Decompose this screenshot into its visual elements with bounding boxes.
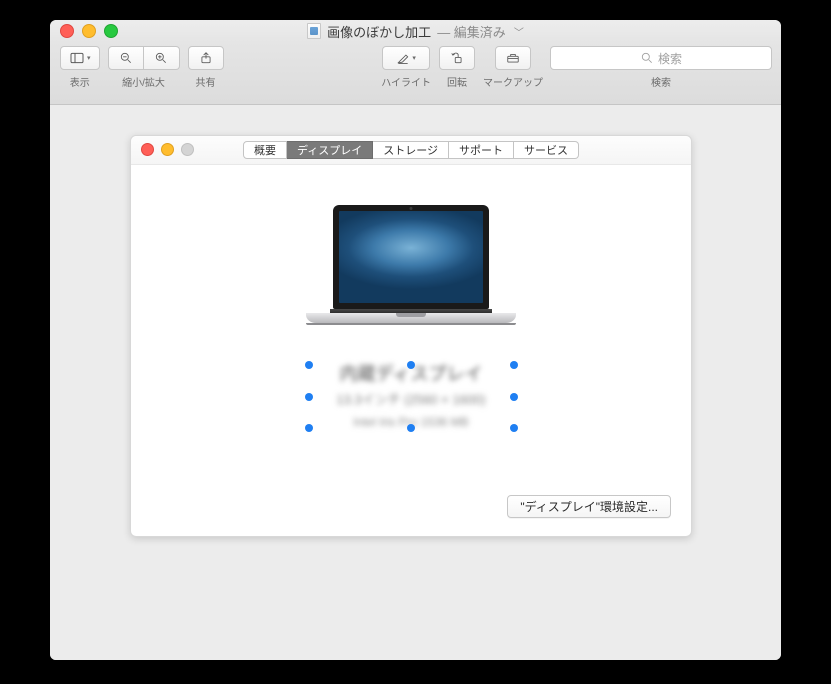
zoom-group: 縮小/拡大	[108, 46, 180, 89]
resize-handle-nw[interactable]	[305, 361, 313, 369]
tab-bar: 概要 ディスプレイ ストレージ サポート サービス	[243, 141, 579, 159]
highlight-icon	[396, 51, 410, 65]
resize-handle-e[interactable]	[510, 393, 518, 401]
edited-indicator: — 編集済み	[437, 22, 506, 41]
titlebar: 画像のぼかし加工 — 編集済み ﹀	[50, 20, 781, 42]
zoom-out-button[interactable]	[108, 46, 144, 70]
blur-selection[interactable]: 内蔵ディスプレイ 13.3インチ (2560 × 1600) Intel Iri…	[309, 365, 514, 428]
canvas[interactable]: 概要 ディスプレイ ストレージ サポート サービス	[50, 105, 781, 660]
rotate-label: 回転	[447, 74, 467, 89]
resize-handle-n[interactable]	[407, 361, 415, 369]
search-placeholder: 検索	[658, 50, 682, 67]
highlight-label: ハイライト	[381, 74, 431, 89]
zoom-in-button[interactable]	[144, 46, 180, 70]
title-text: 画像のぼかし加工	[327, 22, 431, 41]
chevron-down-icon: ▾	[87, 54, 91, 62]
share-button[interactable]	[188, 46, 224, 70]
macbook-illustration	[321, 205, 501, 325]
tab-displays[interactable]: ディスプレイ	[287, 141, 373, 159]
about-this-mac-window: 概要 ディスプレイ ストレージ サポート サービス	[130, 135, 692, 537]
view-group: ▾ 表示	[60, 46, 100, 89]
search-input[interactable]: 検索	[550, 46, 772, 70]
preview-window: 画像のぼかし加工 — 編集済み ﹀ ▾ 表示	[50, 20, 781, 660]
zoom-out-icon	[119, 51, 133, 65]
highlight-button[interactable]: ▾	[382, 46, 430, 70]
minimize-button[interactable]	[82, 24, 96, 38]
title-chevron-icon[interactable]: ﹀	[514, 24, 524, 39]
search-label: 検索	[651, 74, 671, 89]
markup-label: マークアップ	[483, 74, 543, 89]
resize-handle-w[interactable]	[305, 393, 313, 401]
inner-body: 内蔵ディスプレイ 13.3インチ (2560 × 1600) Intel Iri…	[131, 165, 691, 536]
search-icon	[640, 51, 654, 65]
resize-handle-s[interactable]	[407, 424, 415, 432]
inner-close-button[interactable]	[141, 143, 154, 156]
inner-zoom-button	[181, 143, 194, 156]
view-label: 表示	[70, 74, 90, 89]
inner-minimize-button[interactable]	[161, 143, 174, 156]
tab-service[interactable]: サービス	[514, 141, 579, 159]
resize-handle-ne[interactable]	[510, 361, 518, 369]
rotate-group: 回転	[439, 46, 475, 89]
share-label: 共有	[196, 74, 216, 89]
chevron-down-icon: ▾	[412, 54, 416, 62]
document-icon	[307, 23, 321, 39]
zoom-label: 縮小/拡大	[122, 74, 165, 89]
toolbox-icon	[506, 51, 520, 65]
markup-group: マークアップ	[483, 46, 543, 89]
blurred-text: 内蔵ディスプレイ 13.3インチ (2560 × 1600) Intel Iri…	[309, 365, 514, 428]
zoom-in-icon	[154, 51, 168, 65]
resize-handle-sw[interactable]	[305, 424, 313, 432]
macbook-screen	[333, 205, 489, 309]
macbook-base	[306, 313, 516, 323]
sidebar-icon	[69, 50, 85, 66]
rotate-icon	[450, 51, 464, 65]
traffic-lights	[60, 24, 118, 38]
search-group: 検索 検索	[551, 46, 771, 89]
displays-preferences-button[interactable]: "ディスプレイ"環境設定...	[507, 495, 671, 518]
camera-icon	[410, 207, 413, 210]
markup-button[interactable]	[495, 46, 531, 70]
tab-overview[interactable]: 概要	[243, 141, 287, 159]
highlight-group: ▾ ハイライト	[381, 46, 431, 89]
share-group: 共有	[188, 46, 224, 89]
tab-storage[interactable]: ストレージ	[373, 141, 449, 159]
inner-traffic-lights	[141, 143, 194, 156]
zoom-button[interactable]	[104, 24, 118, 38]
resize-handle-se[interactable]	[510, 424, 518, 432]
window-title: 画像のぼかし加工 — 編集済み ﹀	[307, 22, 524, 41]
share-icon	[199, 51, 213, 65]
rotate-button[interactable]	[439, 46, 475, 70]
close-button[interactable]	[60, 24, 74, 38]
inner-titlebar: 概要 ディスプレイ ストレージ サポート サービス	[131, 136, 691, 165]
view-button[interactable]: ▾	[60, 46, 100, 70]
tab-support[interactable]: サポート	[449, 141, 514, 159]
toolbar: ▾ 表示 縮小/拡大	[50, 42, 781, 105]
